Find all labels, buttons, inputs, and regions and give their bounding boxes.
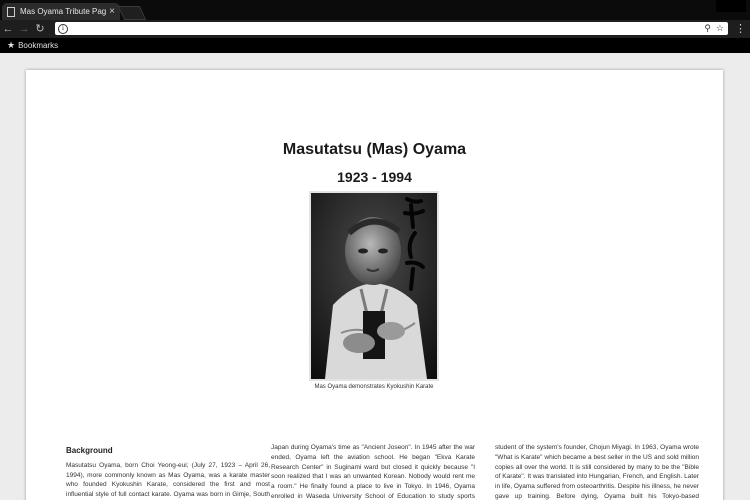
url-input[interactable]: [68, 23, 705, 34]
menu-icon[interactable]: ⋮: [735, 22, 746, 36]
background-heading: Background: [66, 446, 113, 455]
address-bar[interactable]: i ⚲ ☆: [55, 22, 728, 35]
new-tab-button[interactable]: [117, 6, 147, 20]
bio-column-1: Background Masutatsu Oyama, born Choi Ye…: [66, 446, 270, 500]
bio-paragraph-2: Japan during Oyama's time as "Ancient Jo…: [271, 444, 475, 500]
bio-paragraph-1: Masutatsu Oyama, born Choi Yeong-eui; (J…: [66, 461, 270, 499]
reload-icon[interactable]: ↻: [32, 20, 48, 38]
bookmark-star-icon[interactable]: ☆: [716, 23, 724, 34]
bio-column-3: student of the system's founder, Chojun …: [495, 443, 699, 500]
bookmarks-star-icon: ★: [7, 40, 16, 50]
page-title: Masutatsu (Mas) Oyama: [282, 141, 467, 158]
oyama-photo: [309, 191, 439, 381]
bookmarks-label[interactable]: Bookmarks: [18, 41, 58, 50]
tab-close-icon[interactable]: ×: [109, 6, 115, 17]
window-controls[interactable]: [716, 0, 746, 12]
photo-caption: Mas Oyama demonstrates Kyokushin Karate: [314, 384, 434, 390]
tab-strip: Mas Oyama Tribute Page ×: [0, 0, 750, 20]
bio-paragraph-3: student of the system's founder, Chojun …: [495, 444, 699, 500]
search-icon[interactable]: ⚲: [704, 23, 711, 34]
page-viewport[interactable]: Masutatsu (Mas) Oyama 1923 - 1994 Mas Oy…: [0, 53, 750, 500]
back-arrow-icon[interactable]: ←: [0, 20, 16, 38]
page-years: 1923 - 1994: [337, 169, 412, 185]
bookmarks-bar: ★ Bookmarks: [0, 38, 750, 53]
page-icon: [7, 6, 15, 17]
bio-column-2: Japan during Oyama's time as "Ancient Jo…: [271, 443, 475, 500]
browser-tab[interactable]: Mas Oyama Tribute Page ×: [2, 3, 120, 20]
tab-title: Mas Oyama Tribute Page: [20, 7, 107, 16]
forward-arrow-icon[interactable]: →: [16, 20, 32, 38]
info-icon[interactable]: i: [58, 23, 68, 34]
tribute-page: Masutatsu (Mas) Oyama 1923 - 1994 Mas Oy…: [26, 70, 723, 500]
